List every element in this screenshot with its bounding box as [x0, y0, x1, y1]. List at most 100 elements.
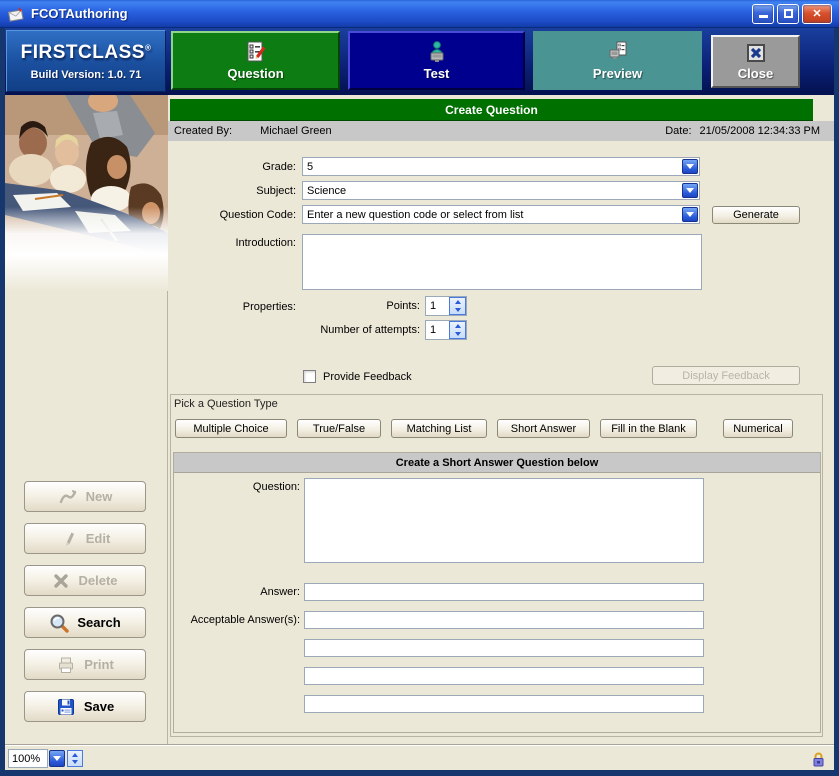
close-window-button[interactable]: ✕ — [802, 4, 832, 24]
acceptable-answer-input-4[interactable] — [304, 695, 704, 713]
search-label: Search — [77, 615, 120, 630]
nav-question-button[interactable]: Question — [171, 31, 340, 90]
status-bar: 100% — [5, 744, 834, 770]
display-feedback-button[interactable]: Display Feedback — [652, 366, 800, 385]
test-person-icon — [425, 40, 449, 64]
print-label: Print — [84, 657, 114, 672]
matching-list-button[interactable]: Matching List — [391, 419, 487, 438]
page-title: Create Question — [445, 103, 538, 117]
introduction-label: Introduction: — [156, 237, 296, 249]
nav-preview-button[interactable]: Preview — [533, 31, 702, 90]
build-version: Build Version: 1.0. 71 — [31, 69, 142, 81]
multiple-choice-button[interactable]: Multiple Choice — [175, 419, 287, 438]
created-by-value: Michael Green — [260, 125, 332, 137]
save-label: Save — [84, 699, 114, 714]
question-type-groupbox: Pick a Question Type Multiple Choice Tru… — [170, 394, 823, 737]
points-spinner-icon[interactable] — [449, 297, 466, 315]
nav-preview-label: Preview — [593, 66, 642, 81]
generate-button[interactable]: Generate — [712, 206, 800, 224]
question-code-dropdown-arrow-icon[interactable] — [682, 207, 698, 222]
title-bar[interactable]: FCOTAuthoring ✕ — [0, 0, 839, 28]
acceptable-answer-input-1[interactable] — [304, 611, 704, 629]
zoom-widget: 100% — [8, 749, 83, 768]
nav-close-button[interactable]: Close — [711, 35, 800, 88]
app-icon — [7, 5, 25, 23]
grade-value: 5 — [307, 161, 313, 173]
question-code-select[interactable]: Enter a new question code or select from… — [302, 205, 700, 224]
lock-icon — [811, 751, 826, 767]
minimize-icon — [759, 10, 768, 18]
points-value: 1 — [426, 297, 449, 315]
save-button[interactable]: Save — [24, 691, 146, 722]
delete-button[interactable]: Delete — [24, 565, 146, 596]
grade-dropdown-arrow-icon[interactable] — [682, 159, 698, 174]
attempts-spinner-icon[interactable] — [449, 321, 466, 339]
maximize-icon — [784, 9, 793, 18]
acceptable-answer-input-2[interactable] — [304, 639, 704, 657]
delete-label: Delete — [78, 573, 117, 588]
minimize-button[interactable] — [752, 4, 774, 24]
nav-test-button[interactable]: Test — [348, 31, 525, 90]
search-button[interactable]: Search — [24, 607, 146, 638]
close-icon: ✕ — [812, 7, 821, 20]
provide-feedback-checkbox[interactable] — [303, 370, 316, 383]
window-title: FCOTAuthoring — [31, 6, 749, 21]
save-floppy-icon — [56, 697, 76, 717]
fill-in-the-blank-button[interactable]: Fill in the Blank — [600, 419, 697, 438]
date-value: 21/05/2008 12:34:33 PM — [700, 125, 820, 137]
true-false-button[interactable]: True/False — [297, 419, 381, 438]
firstclass-logo: FirstClass® Build Version: 1.0. 71 — [6, 30, 166, 92]
attempts-value: 1 — [426, 321, 449, 339]
acceptable-answers-label: Acceptable Answer(s): — [140, 614, 300, 626]
zoom-stepper-icon[interactable] — [67, 750, 83, 767]
numerical-button[interactable]: Numerical — [723, 419, 793, 438]
print-icon — [56, 655, 76, 675]
preview-document-icon — [606, 40, 630, 64]
properties-label: Properties: — [156, 301, 296, 313]
grade-select[interactable]: 5 — [302, 157, 700, 176]
short-answer-button[interactable]: Short Answer — [497, 419, 590, 438]
subject-select[interactable]: Science — [302, 181, 700, 200]
search-magnifier-icon — [49, 613, 69, 633]
fcot-authoring-window: { "window": { "title": "FCOTAuthoring", … — [0, 0, 839, 776]
nav-close-label: Close — [738, 66, 773, 81]
question-label: Question: — [140, 481, 300, 493]
page-title-banner: Create Question — [170, 99, 813, 121]
question-type-section-label: Pick a Question Type — [174, 398, 278, 410]
date-label: Date: — [665, 125, 691, 137]
print-button[interactable]: Print — [24, 649, 146, 680]
question-checklist-icon — [244, 40, 268, 64]
new-button[interactable]: New — [24, 481, 146, 512]
attempts-label: Number of attempts: — [300, 324, 420, 336]
zoom-dropdown-arrow-icon[interactable] — [49, 750, 65, 767]
logo-text: FirstClass® — [21, 42, 152, 64]
registered-mark: ® — [145, 43, 151, 52]
created-by-label: Created By: — [174, 125, 232, 137]
edit-button[interactable]: Edit — [24, 523, 146, 554]
grade-label: Grade: — [156, 161, 296, 173]
points-stepper[interactable]: 1 — [425, 296, 467, 316]
delete-x-icon — [52, 572, 70, 590]
provide-feedback-label: Provide Feedback — [323, 371, 412, 383]
subject-dropdown-arrow-icon[interactable] — [682, 183, 698, 198]
question-code-value: Enter a new question code or select from… — [307, 209, 523, 221]
maximize-button[interactable] — [777, 4, 799, 24]
introduction-textarea[interactable] — [302, 234, 702, 290]
acceptable-answer-input-3[interactable] — [304, 667, 704, 685]
question-code-label: Question Code: — [156, 209, 296, 221]
answer-input[interactable] — [304, 583, 704, 601]
edit-label: Edit — [86, 531, 111, 546]
nav-question-label: Question — [227, 66, 283, 81]
subject-label: Subject: — [156, 185, 296, 197]
zoom-level-field[interactable]: 100% — [8, 749, 48, 768]
meta-bar: Created By: Michael Green Date: 21/05/20… — [168, 121, 834, 141]
points-label: Points: — [300, 300, 420, 312]
subject-value: Science — [307, 185, 346, 197]
question-type-button-row: Multiple Choice True/False Matching List… — [175, 419, 793, 438]
short-answer-section: Create a Short Answer Question below Que… — [173, 452, 821, 733]
question-textarea[interactable] — [304, 478, 704, 563]
short-answer-header: Create a Short Answer Question below — [174, 453, 820, 473]
attempts-stepper[interactable]: 1 — [425, 320, 467, 340]
close-x-icon — [745, 42, 767, 64]
new-label: New — [86, 489, 113, 504]
